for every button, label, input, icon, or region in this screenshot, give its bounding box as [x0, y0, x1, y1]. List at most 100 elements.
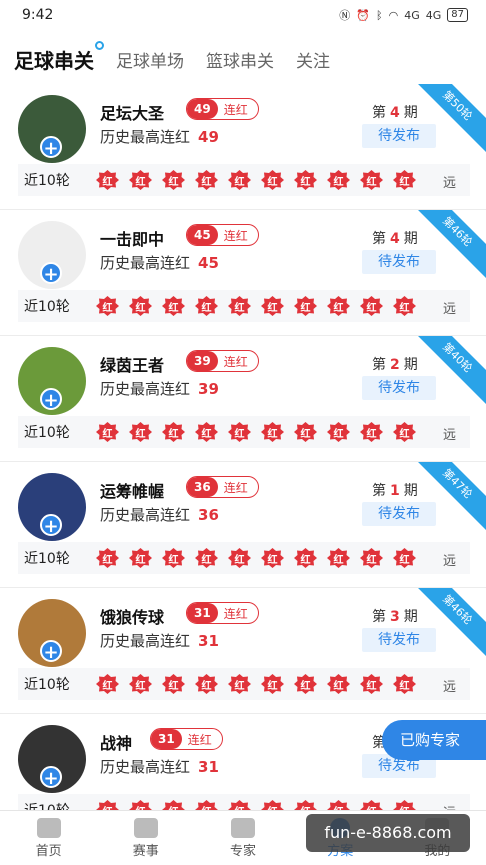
pending-button[interactable]: 待发布 — [362, 376, 436, 400]
recent-rounds-label: 近10轮 — [24, 677, 70, 693]
nfc-icon: Ⓝ — [339, 9, 351, 22]
round-result-badge: 红 — [226, 547, 253, 569]
pending-button[interactable]: 待发布 — [362, 250, 436, 274]
expert-name: 绿茵王者 — [100, 356, 165, 375]
battery-icon: 87 — [447, 8, 468, 22]
streak-badge: 49 连红 — [186, 98, 259, 120]
status-bar: 9:42 Ⓝ ⏰ ᛒ ◠ 4G 4G 87 — [0, 0, 486, 30]
tab-follow[interactable]: 关注 — [296, 47, 330, 72]
streak-badge: 36 连红 — [186, 476, 259, 498]
streak-label: 连红 — [187, 732, 212, 747]
round-result-badge: 红 — [391, 799, 418, 810]
period-info: 第3期 — [372, 609, 418, 625]
expert-card[interactable]: + 足坛大圣 49 连红 历史最高连红 49 第4期 待发布 第50轮 近10轮 … — [0, 84, 486, 210]
round-result-badge: 红 — [94, 799, 121, 810]
active-dot-icon — [95, 40, 104, 50]
streak-count: 49 — [187, 99, 218, 119]
streak-count: 45 — [187, 225, 218, 245]
round-result-badge: 红 — [193, 421, 220, 443]
round-result-badge: 红 — [358, 295, 385, 317]
tab-football-parlay[interactable]: 足球串关 — [14, 40, 104, 74]
round-result-badge: 红 — [391, 169, 418, 191]
round-result-badge: 红 — [226, 295, 253, 317]
round-result-badge: 红 — [226, 169, 253, 191]
round-result-badge: 红 — [127, 673, 154, 695]
status-time: 9:42 — [22, 7, 54, 23]
expert-card[interactable]: + 一击即中 45 连红 历史最高连红 45 第4期 待发布 第46轮 近10轮 … — [0, 210, 486, 336]
round-results: 红红红红红红红红红红 — [94, 295, 418, 317]
history-best: 历史最高连红 36 — [100, 506, 219, 524]
recent-rounds-row: 近10轮 红红红红红红红红红红 远 — [18, 668, 470, 700]
history-best: 历史最高连红 49 — [100, 128, 219, 146]
follow-plus-icon[interactable]: + — [40, 136, 62, 159]
signal-icon-2: 4G — [425, 8, 442, 22]
expert-card[interactable]: + 饿狼传球 31 连红 历史最高连红 31 第3期 待发布 第46轮 近10轮 … — [0, 588, 486, 714]
round-result-badge: 红 — [391, 421, 418, 443]
history-best: 历史最高连红 31 — [100, 632, 219, 650]
round-result-badge: 红 — [127, 421, 154, 443]
round-result-badge: 红 — [160, 169, 187, 191]
round-result-badge: 红 — [226, 799, 253, 810]
round-result-badge: 红 — [292, 547, 319, 569]
round-result-badge: 红 — [160, 547, 187, 569]
round-result-badge: 红 — [94, 421, 121, 443]
round-result-badge: 红 — [325, 295, 352, 317]
trophy-icon — [133, 817, 158, 838]
pending-button[interactable]: 待发布 — [362, 502, 436, 526]
follow-plus-icon[interactable]: + — [40, 640, 62, 663]
round-results: 红红红红红红红红红红 — [94, 169, 418, 191]
home-icon — [36, 817, 61, 838]
round-result-badge: 红 — [259, 799, 286, 810]
round-result-badge: 红 — [292, 673, 319, 695]
far-label: 远 — [442, 554, 456, 569]
round-result-badge: 红 — [193, 169, 220, 191]
alarm-icon: ⏰ — [356, 8, 370, 22]
round-result-badge: 红 — [193, 295, 220, 317]
expert-name: 足坛大圣 — [100, 104, 165, 123]
nav-item-trophy[interactable]: 赛事 — [97, 811, 194, 865]
round-result-badge: 红 — [193, 799, 220, 810]
purchased-experts-button[interactable]: 已购专家 — [382, 720, 486, 760]
streak-badge: 45 连红 — [186, 224, 259, 246]
round-result-badge: 红 — [193, 547, 220, 569]
round-results: 红红红红红红红红红红 — [94, 673, 418, 695]
round-result-badge: 红 — [160, 673, 187, 695]
far-label: 远 — [442, 680, 456, 695]
streak-label: 连红 — [223, 606, 248, 621]
recent-rounds-label: 近10轮 — [24, 173, 70, 189]
round-result-badge: 红 — [94, 673, 121, 695]
period-info: 第4期 — [372, 105, 418, 121]
tab-basketball-parlay[interactable]: 篮球串关 — [206, 47, 274, 72]
recent-rounds-row: 近10轮 红红红红红红红红红红 远 — [18, 416, 470, 448]
history-best: 历史最高连红 39 — [100, 380, 219, 398]
expert-card[interactable]: + 绿茵王者 39 连红 历史最高连红 39 第2期 待发布 第40轮 近10轮 … — [0, 336, 486, 462]
pending-button[interactable]: 待发布 — [362, 628, 436, 652]
streak-label: 连红 — [223, 480, 248, 495]
round-result-badge: 红 — [325, 799, 352, 810]
follow-plus-icon[interactable]: + — [40, 514, 62, 537]
round-result-badge: 红 — [292, 169, 319, 191]
round-result-badge: 红 — [391, 295, 418, 317]
far-label: 远 — [443, 802, 456, 810]
follow-plus-icon[interactable]: + — [40, 388, 62, 411]
round-result-badge: 红 — [127, 169, 154, 191]
status-icons: Ⓝ ⏰ ᛒ ◠ 4G 4G 87 — [339, 7, 468, 23]
follow-plus-icon[interactable]: + — [40, 766, 62, 789]
nav-item-home[interactable]: 首页 — [0, 811, 97, 865]
recent-rounds-row: 近10轮 红红红红红红红红红红 远 — [18, 794, 470, 810]
round-result-badge: 红 — [358, 673, 385, 695]
round-results: 红红红红红红红红红红 — [94, 799, 418, 810]
round-result-badge: 红 — [292, 421, 319, 443]
round-results: 红红红红红红红红红红 — [94, 547, 418, 569]
expert-name: 一击即中 — [100, 230, 165, 249]
round-result-badge: 红 — [325, 673, 352, 695]
expert-card[interactable]: + 运筹帷幄 36 连红 历史最高连红 36 第1期 待发布 第47轮 近10轮 … — [0, 462, 486, 588]
round-result-badge: 红 — [358, 421, 385, 443]
watermark: fun-e-8868.com — [306, 814, 470, 852]
nav-item-expert[interactable]: 专家 — [194, 811, 291, 865]
follow-plus-icon[interactable]: + — [40, 262, 62, 285]
pending-button[interactable]: 待发布 — [362, 124, 436, 148]
round-result-badge: 红 — [94, 547, 121, 569]
tab-football-single[interactable]: 足球单场 — [116, 47, 184, 72]
round-result-badge: 红 — [358, 799, 385, 810]
